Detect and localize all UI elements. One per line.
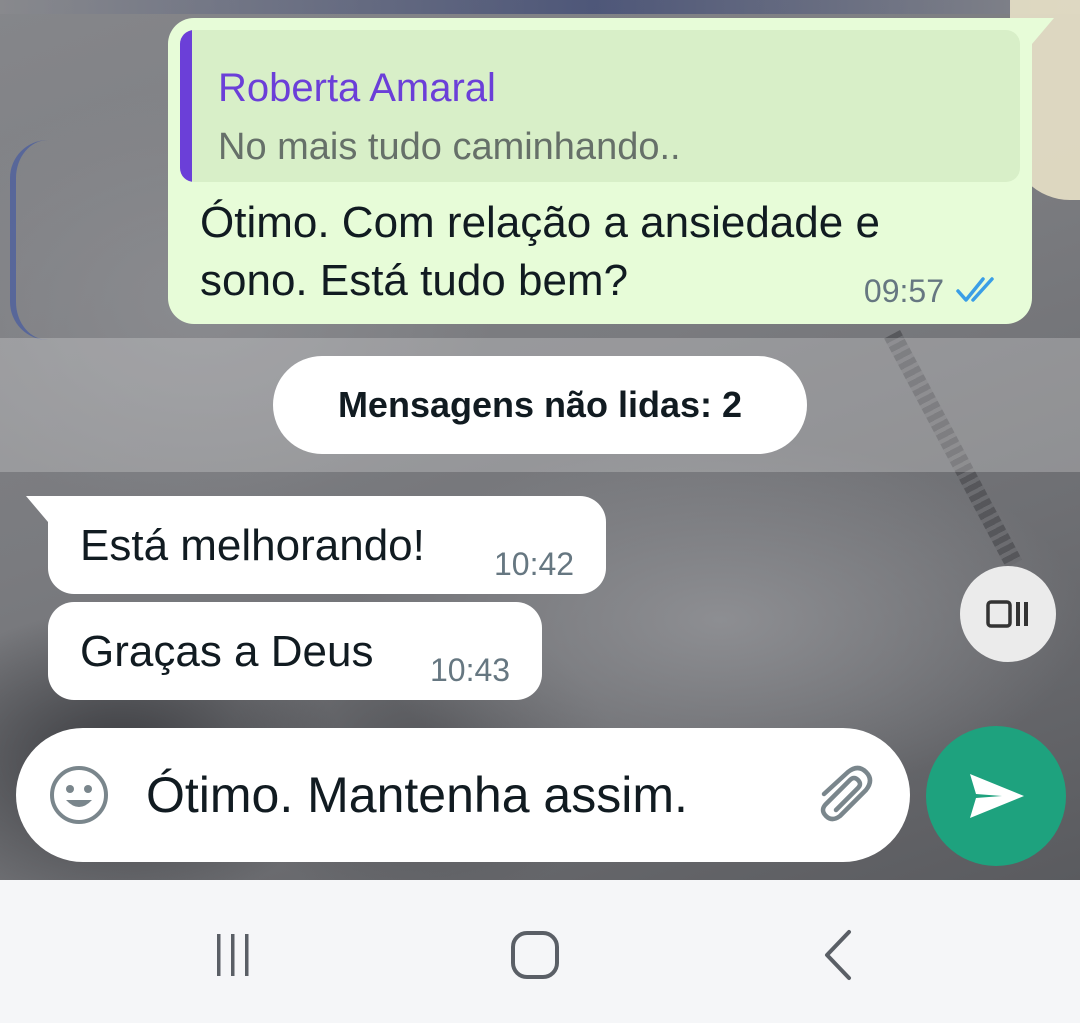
- wallpaper-stroke: [10, 140, 86, 340]
- home-icon: [511, 931, 559, 979]
- message-time: 10:42: [494, 546, 575, 582]
- quoted-message[interactable]: Roberta Amaral No mais tudo caminhando..: [180, 30, 1020, 182]
- recent-apps-button[interactable]: [198, 920, 268, 990]
- system-navigation-bar: [0, 880, 1080, 1023]
- quote-accent-bar: [180, 30, 192, 182]
- incoming-message-bubble[interactable]: Graças a Deus 10:43: [48, 602, 542, 700]
- outgoing-message-bubble[interactable]: Roberta Amaral No mais tudo caminhando..…: [168, 18, 1054, 324]
- paperclip-icon[interactable]: [810, 764, 880, 826]
- message-composer[interactable]: Ótimo. Mantenha assim.: [16, 728, 910, 862]
- emoji-icon[interactable]: [48, 764, 110, 826]
- back-button[interactable]: [804, 920, 874, 990]
- back-icon: [825, 930, 851, 980]
- incoming-message-text: Está melhorando!: [80, 521, 425, 570]
- chat-screen: Roberta Amaral No mais tudo caminhando..…: [0, 0, 1080, 1023]
- send-icon: [970, 774, 1024, 818]
- unread-messages-divider: Mensagens não lidas: 2: [273, 356, 807, 454]
- home-button[interactable]: [500, 920, 570, 990]
- bubble-tail: [1032, 18, 1054, 44]
- double-check-read-icon: [956, 277, 994, 302]
- wallpaper-band: [0, 0, 1080, 14]
- send-button[interactable]: [926, 726, 1066, 866]
- quote-author: Roberta Amaral: [218, 66, 496, 110]
- bubble-tail: [26, 496, 48, 522]
- outgoing-message-text: Ótimo. Com relação a ansiedade e sono. E…: [200, 198, 880, 305]
- incoming-message-text: Graças a Deus: [80, 627, 374, 676]
- quote-text: No mais tudo caminhando..: [218, 126, 681, 168]
- message-time: 10:43: [430, 652, 511, 688]
- picture-in-picture-button[interactable]: [960, 566, 1056, 662]
- picture-in-picture-icon: [986, 600, 1028, 628]
- message-input[interactable]: Ótimo. Mantenha assim.: [146, 770, 688, 820]
- recent-apps-icon: [217, 934, 249, 976]
- incoming-message-bubble[interactable]: Está melhorando! 10:42: [26, 496, 606, 594]
- message-time: 09:57: [863, 273, 944, 309]
